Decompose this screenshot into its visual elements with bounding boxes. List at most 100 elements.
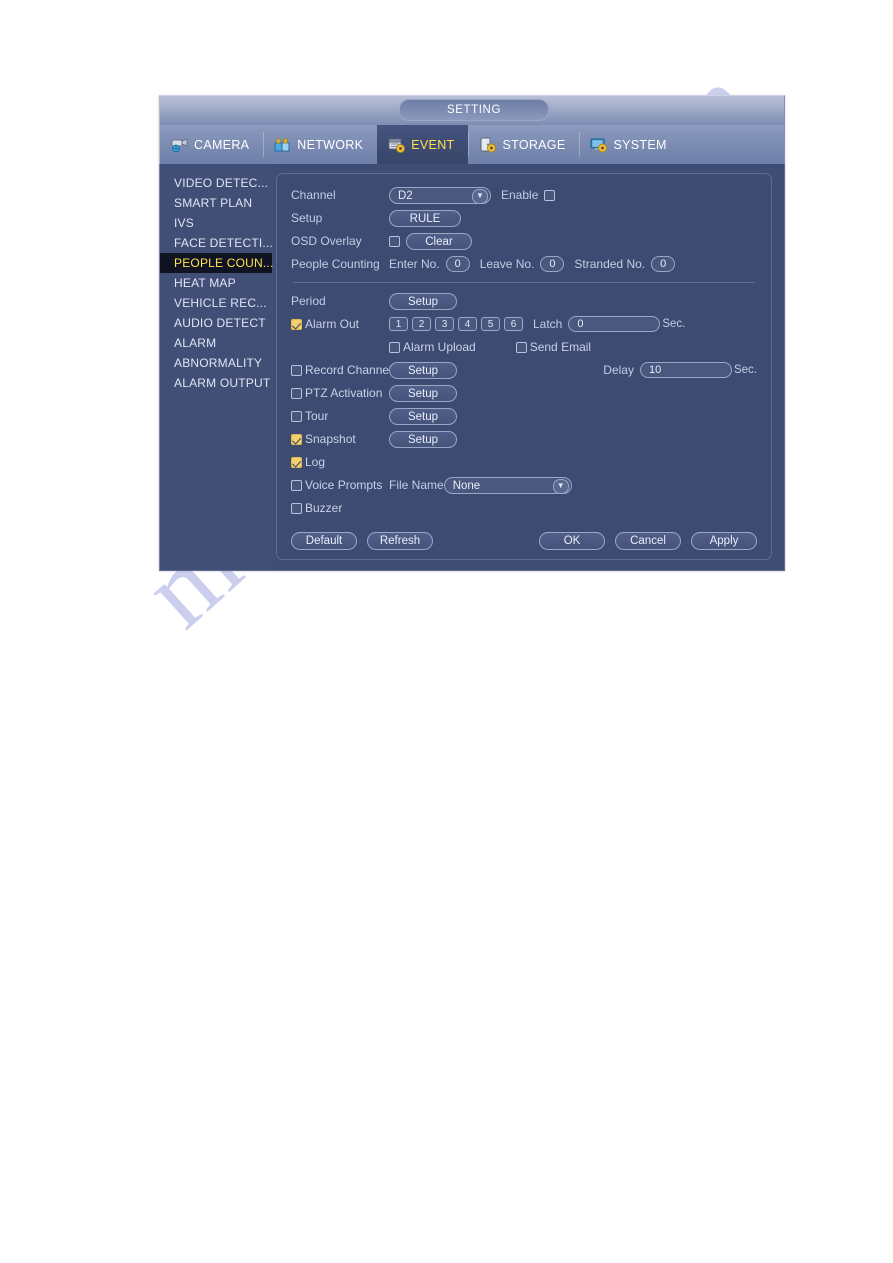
sidebar-item-people-counting[interactable]: PEOPLE COUN... bbox=[160, 253, 273, 273]
alarm-out-label: Alarm Out bbox=[305, 317, 360, 331]
sidebar-item-ivs[interactable]: IVS bbox=[160, 213, 273, 233]
alarm-upload-label: Alarm Upload bbox=[403, 340, 476, 354]
delay-input[interactable]: 10 bbox=[639, 362, 732, 378]
file-name-select[interactable]: None ▼ bbox=[443, 476, 572, 494]
row-record-channel: Record Channel Setup Delay 10 Sec. bbox=[291, 359, 757, 381]
window-title: SETTING bbox=[399, 99, 549, 121]
buzzer-toggle[interactable]: Buzzer bbox=[291, 501, 389, 515]
apply-button[interactable]: Apply bbox=[691, 532, 757, 550]
tab-system-label: SYSTEM bbox=[613, 137, 667, 152]
alarm-out-channel-3[interactable]: 3 bbox=[435, 317, 454, 331]
osd-overlay-checkbox[interactable] bbox=[389, 235, 400, 247]
ptz-activation-setup-button[interactable]: Setup bbox=[389, 384, 457, 402]
network-icon bbox=[273, 137, 292, 153]
row-tour: Tour Setup bbox=[291, 405, 757, 427]
tab-system[interactable]: SYSTEM bbox=[579, 125, 680, 164]
tour-checkbox[interactable] bbox=[291, 410, 302, 422]
sidebar-item-video-detect[interactable]: VIDEO DETEC... bbox=[160, 173, 273, 193]
tab-network[interactable]: NETWORK bbox=[263, 125, 377, 164]
record-channel-setup-button[interactable]: Setup bbox=[389, 361, 457, 379]
sidebar-item-alarm-output[interactable]: ALARM OUTPUT bbox=[160, 373, 273, 393]
snapshot-setup-button[interactable]: Setup bbox=[389, 430, 457, 448]
row-buzzer: Buzzer bbox=[291, 497, 757, 519]
alarm-upload-checkbox[interactable] bbox=[389, 341, 400, 353]
panel-footer: Default Refresh OK Cancel Apply bbox=[291, 532, 757, 550]
tab-camera[interactable]: CAMERA bbox=[160, 125, 263, 164]
row-snapshot: Snapshot Setup bbox=[291, 428, 757, 450]
sidebar-item-vehicle-recognition[interactable]: VEHICLE REC... bbox=[160, 293, 273, 313]
default-button[interactable]: Default bbox=[291, 532, 357, 550]
row-people-counting: People Counting Enter No. 0 Leave No. 0 … bbox=[291, 253, 757, 275]
delay-unit: Sec. bbox=[733, 364, 757, 376]
tab-storage[interactable]: STORAGE bbox=[468, 125, 579, 164]
storage-icon bbox=[478, 137, 497, 153]
row-log: Log bbox=[291, 451, 757, 473]
sidebar-item-abnormality[interactable]: ABNORMALITY bbox=[160, 353, 273, 373]
record-channel-checkbox[interactable] bbox=[291, 364, 302, 376]
row-channel: Channel D2 ▼ Enable bbox=[291, 184, 757, 206]
alarm-out-checkbox[interactable] bbox=[291, 318, 302, 330]
refresh-button[interactable]: Refresh bbox=[367, 532, 433, 550]
alarm-out-channel-2[interactable]: 2 bbox=[412, 317, 431, 331]
voice-prompts-checkbox[interactable] bbox=[291, 479, 302, 491]
voice-prompts-toggle[interactable]: Voice Prompts bbox=[291, 478, 389, 492]
latch-input[interactable]: 0 bbox=[568, 316, 661, 332]
period-label: Period bbox=[291, 294, 326, 308]
leave-no-value[interactable]: 0 bbox=[540, 256, 565, 272]
tour-setup-button[interactable]: Setup bbox=[389, 407, 457, 425]
sidebar-item-face-detection[interactable]: FACE DETECTI... bbox=[160, 233, 273, 253]
ptz-activation-toggle[interactable]: PTZ Activation bbox=[291, 386, 389, 400]
snapshot-checkbox[interactable] bbox=[291, 433, 302, 445]
snapshot-toggle[interactable]: Snapshot bbox=[291, 432, 389, 446]
clear-button[interactable]: Clear bbox=[406, 232, 472, 250]
alarm-upload-toggle[interactable]: Alarm Upload bbox=[389, 340, 476, 354]
sidebar-item-smart-plan[interactable]: SMART PLAN bbox=[160, 193, 273, 213]
sidebar-item-alarm[interactable]: ALARM bbox=[160, 333, 273, 353]
log-checkbox[interactable] bbox=[291, 456, 302, 468]
row-period: Period Setup bbox=[291, 290, 757, 312]
snapshot-label: Snapshot bbox=[305, 432, 356, 446]
tab-event[interactable]: EVENT bbox=[377, 125, 469, 164]
enable-checkbox[interactable] bbox=[544, 189, 556, 201]
row-osd-overlay: OSD Overlay Clear bbox=[291, 230, 757, 252]
buzzer-checkbox[interactable] bbox=[291, 502, 302, 514]
setup-label: Setup bbox=[291, 211, 323, 225]
record-channel-label: Record Channel bbox=[305, 363, 392, 377]
row-alarm-upload: Alarm Upload Send Email bbox=[291, 336, 757, 358]
alarm-out-channel-4[interactable]: 4 bbox=[458, 317, 477, 331]
row-setup: Setup RULE bbox=[291, 207, 757, 229]
ptz-activation-label: PTZ Activation bbox=[305, 386, 383, 400]
cancel-button[interactable]: Cancel bbox=[615, 532, 681, 550]
tour-label: Tour bbox=[305, 409, 329, 423]
alarm-out-channel-6[interactable]: 6 bbox=[504, 317, 523, 331]
enter-no-value[interactable]: 0 bbox=[445, 256, 470, 272]
ptz-activation-checkbox[interactable] bbox=[291, 387, 302, 399]
rule-button[interactable]: RULE bbox=[389, 209, 461, 227]
tab-bar: CAMERA NETWORK EVENT STORAGE SYSTEM bbox=[159, 125, 785, 164]
alarm-out-toggle[interactable]: Alarm Out bbox=[291, 317, 389, 331]
enter-no-label: Enter No. bbox=[389, 257, 440, 271]
row-ptz-activation: PTZ Activation Setup bbox=[291, 382, 757, 404]
file-name-select-value: None bbox=[452, 479, 481, 492]
sidebar-item-heat-map[interactable]: HEAT MAP bbox=[160, 273, 273, 293]
sidebar-item-audio-detect[interactable]: AUDIO DETECT bbox=[160, 313, 273, 333]
send-email-checkbox[interactable] bbox=[515, 341, 527, 353]
chevron-down-icon: ▼ bbox=[552, 478, 569, 494]
alarm-out-channel-5[interactable]: 5 bbox=[481, 317, 500, 331]
osd-overlay-label: OSD Overlay bbox=[291, 234, 362, 248]
send-email-toggle[interactable]: Send Email bbox=[515, 340, 591, 354]
sidebar: VIDEO DETEC... SMART PLAN IVS FACE DETEC… bbox=[160, 164, 273, 570]
ok-button[interactable]: OK bbox=[539, 532, 605, 550]
alarm-out-channel-1[interactable]: 1 bbox=[389, 317, 408, 331]
period-setup-button[interactable]: Setup bbox=[389, 292, 457, 310]
log-toggle[interactable]: Log bbox=[291, 455, 389, 469]
stranded-no-value[interactable]: 0 bbox=[651, 256, 676, 272]
tab-storage-label: STORAGE bbox=[502, 137, 566, 152]
people-counting-label: People Counting bbox=[291, 257, 380, 271]
record-channel-toggle[interactable]: Record Channel bbox=[291, 363, 392, 377]
tour-toggle[interactable]: Tour bbox=[291, 409, 389, 423]
chevron-down-icon: ▼ bbox=[472, 188, 488, 204]
tab-camera-label: CAMERA bbox=[194, 137, 250, 152]
channel-select[interactable]: D2 ▼ bbox=[389, 186, 491, 204]
row-alarm-out: Alarm Out 1 2 3 4 5 6 Latch 0 Sec. bbox=[291, 313, 757, 335]
